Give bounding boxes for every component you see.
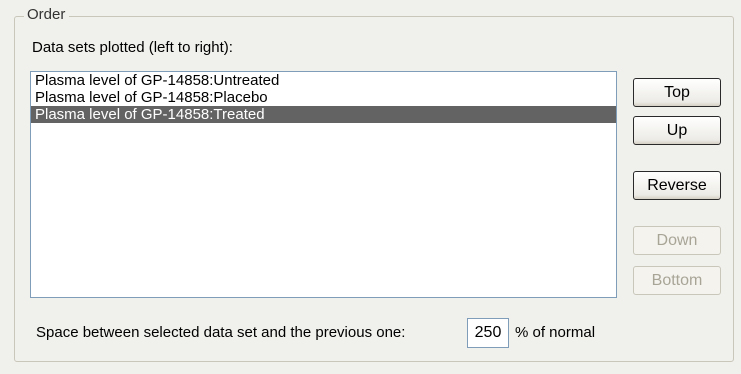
down-button[interactable]: Down: [633, 226, 721, 255]
data-sets-list-label: Data sets plotted (left to right):: [32, 39, 233, 56]
order-dialog: Order Data sets plotted (left to right):…: [0, 0, 741, 374]
data-set-item-treated[interactable]: Plasma level of GP-14858:Treated: [31, 106, 616, 123]
up-button[interactable]: Up: [633, 116, 721, 145]
order-group-title: Order: [24, 6, 70, 24]
bottom-button[interactable]: Bottom: [633, 266, 721, 295]
spacing-unit-label: % of normal: [515, 324, 596, 341]
reverse-button[interactable]: Reverse: [633, 171, 721, 200]
top-button[interactable]: Top: [633, 78, 721, 107]
data-sets-listbox[interactable]: Plasma level of GP-14858:Untreated Plasm…: [30, 71, 617, 298]
data-set-item-placebo[interactable]: Plasma level of GP-14858:Placebo: [31, 89, 616, 106]
spacing-label: Space between selected data set and the …: [36, 324, 406, 341]
data-set-item-untreated[interactable]: Plasma level of GP-14858:Untreated: [31, 72, 616, 89]
spacing-percent-input[interactable]: [467, 318, 509, 348]
